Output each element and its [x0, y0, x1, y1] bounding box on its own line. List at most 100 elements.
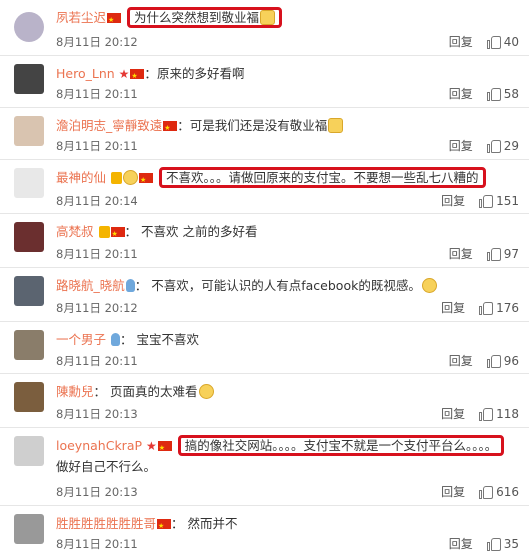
avatar[interactable] — [14, 116, 44, 146]
username[interactable]: 路晓航_晓航 — [56, 278, 125, 293]
like-button[interactable]: 616 — [479, 483, 519, 501]
like-count: 35 — [503, 537, 519, 551]
flag-icon — [157, 516, 172, 536]
username[interactable]: loeynahCkraP — [56, 438, 142, 453]
vip-icon — [111, 172, 122, 184]
thumbs-up-icon — [479, 407, 494, 421]
comment-item: 澹泊明志_寧靜致遠：可是我们还是没有敬业福 8月11日 20:11 回复 29 — [0, 108, 529, 160]
reply-button[interactable]: 回复 — [449, 85, 473, 103]
username[interactable]: 胜胜胜胜胜胜胜哥 — [56, 516, 156, 531]
comment-item: 高梵叔 ： 不喜欢 之前的多好看 8月11日 20:11 回复 97 — [0, 214, 529, 268]
comment-text: 然而并不 — [187, 516, 238, 531]
avatar[interactable] — [14, 514, 44, 544]
timestamp: 8月11日 20:13 — [56, 485, 138, 499]
avatar[interactable] — [14, 168, 44, 198]
timestamp: 8月11日 20:14 — [56, 194, 138, 208]
sigh-emoji-icon — [198, 384, 214, 399]
avatar[interactable] — [14, 12, 44, 42]
username[interactable]: 澹泊明志_寧靜致遠 — [56, 118, 162, 133]
avatar[interactable] — [14, 436, 44, 466]
highlighted-comment: 不喜欢。。。请做回原来的支付宝。不要想一些乱七八糟的 — [158, 167, 486, 188]
thumbs-up-icon — [486, 247, 501, 261]
like-count: 176 — [496, 301, 519, 315]
star-icon: ★ — [118, 67, 130, 81]
comment-item: loeynahCkraP ★ 搞的像社交网站。。。。支付宝不就是一个支付平台么。… — [0, 428, 529, 506]
like-button[interactable]: 35 — [486, 535, 519, 553]
like-count: 96 — [503, 354, 519, 368]
like-button[interactable]: 96 — [486, 352, 519, 370]
comment-item: 路晓航_晓航： 不喜欢，可能认识的人有点facebook的既视感。 8月11日 … — [0, 268, 529, 322]
avatar[interactable] — [14, 276, 44, 306]
like-button[interactable]: 118 — [479, 405, 519, 423]
like-count: 118 — [496, 407, 519, 421]
timestamp: 8月11日 20:12 — [56, 35, 138, 49]
username[interactable]: Hero_Lnn — [56, 66, 115, 81]
timestamp: 8月11日 20:11 — [56, 87, 138, 101]
like-button[interactable]: 29 — [486, 137, 519, 155]
timestamp: 8月11日 20:12 — [56, 301, 138, 315]
cat-emoji-icon — [328, 118, 344, 133]
flag-icon — [130, 66, 145, 86]
comment-item: Hero_Lnn ★：原来的多好看啊 8月11日 20:11 回复 58 — [0, 56, 529, 108]
like-count: 151 — [496, 194, 519, 208]
username[interactable]: 陳勳兒 — [56, 384, 94, 399]
reply-button[interactable]: 回复 — [449, 535, 473, 553]
comment-text: 不喜欢，可能认识的人有点facebook的既视感。 — [151, 278, 421, 293]
thumbs-up-icon — [479, 194, 494, 208]
comment-text: 搞的像社交网站。。。。支付宝不就是一个支付平台么。。。。 — [184, 438, 498, 453]
thumbs-up-icon — [486, 87, 501, 101]
thumbs-up-icon — [479, 485, 494, 499]
comment-item: 陳勳兒： 页面真的太难看 8月11日 20:13 回复 118 — [0, 374, 529, 428]
reply-button[interactable]: 回复 — [449, 352, 473, 370]
comment-text: 页面真的太难看 — [110, 384, 198, 399]
thumbs-up-icon — [486, 139, 501, 153]
lightbulb-icon — [125, 279, 135, 292]
comment-text-continued: 做好自己不行么。 — [56, 459, 157, 474]
flag-icon — [107, 10, 122, 30]
comment-feed: 夙若尘迟 为什么突然想到敬业福 8月11日 20:12 回复 40 Hero_L… — [0, 0, 529, 553]
avatar[interactable] — [14, 64, 44, 94]
like-button[interactable]: 58 — [486, 85, 519, 103]
like-count: 58 — [503, 87, 519, 101]
timestamp: 8月11日 20:11 — [56, 537, 138, 551]
like-count: 29 — [503, 139, 519, 153]
comment-item: 最神的仙 不喜欢。。。请做回原来的支付宝。不要想一些乱七八糟的 8月11日 20… — [0, 160, 529, 214]
avatar[interactable] — [14, 330, 44, 360]
thumbs-up-icon — [486, 537, 501, 551]
username[interactable]: 一个男子 — [56, 332, 106, 347]
star-icon: ★ — [146, 439, 157, 453]
comment-text: 原来的多好看啊 — [156, 66, 245, 81]
like-count: 40 — [503, 35, 519, 49]
username[interactable]: 夙若尘迟 — [56, 10, 106, 25]
timestamp: 8月11日 20:11 — [56, 354, 138, 368]
lightbulb-icon — [111, 333, 120, 346]
reply-button[interactable]: 回复 — [449, 245, 473, 263]
reply-button[interactable]: 回复 — [441, 405, 465, 423]
timestamp: 8月11日 20:11 — [56, 247, 138, 261]
reply-button[interactable]: 回复 — [441, 483, 465, 501]
like-button[interactable]: 40 — [486, 33, 519, 51]
reply-button[interactable]: 回复 — [441, 299, 465, 317]
avatar[interactable] — [14, 222, 44, 252]
flag-icon — [157, 438, 172, 458]
flag-icon — [110, 224, 125, 244]
reply-button[interactable]: 回复 — [449, 33, 473, 51]
reply-button[interactable]: 回复 — [449, 137, 473, 155]
avatar[interactable] — [14, 382, 44, 412]
like-button[interactable]: 176 — [479, 299, 519, 317]
cat-emoji-icon — [260, 10, 276, 25]
timestamp: 8月11日 20:11 — [56, 139, 138, 153]
username[interactable]: 高梵叔 — [56, 224, 94, 239]
comment-text: 可是我们还是没有敬业福 — [189, 118, 328, 133]
comment-text: 为什么突然想到敬业福 — [134, 10, 260, 25]
username[interactable]: 最神的仙 — [56, 170, 106, 185]
comment-text: 宝宝不喜欢 — [136, 332, 199, 347]
thumbs-up-icon — [486, 354, 501, 368]
like-button[interactable]: 97 — [486, 245, 519, 263]
vip-icon — [98, 226, 110, 238]
like-button[interactable]: 151 — [479, 192, 519, 210]
highlighted-comment: 搞的像社交网站。。。。支付宝不就是一个支付平台么。。。。 — [177, 435, 505, 456]
timestamp: 8月11日 20:13 — [56, 407, 138, 421]
reply-button[interactable]: 回复 — [441, 192, 465, 210]
comment-item: 一个男子 ： 宝宝不喜欢 8月11日 20:11 回复 96 — [0, 322, 529, 374]
